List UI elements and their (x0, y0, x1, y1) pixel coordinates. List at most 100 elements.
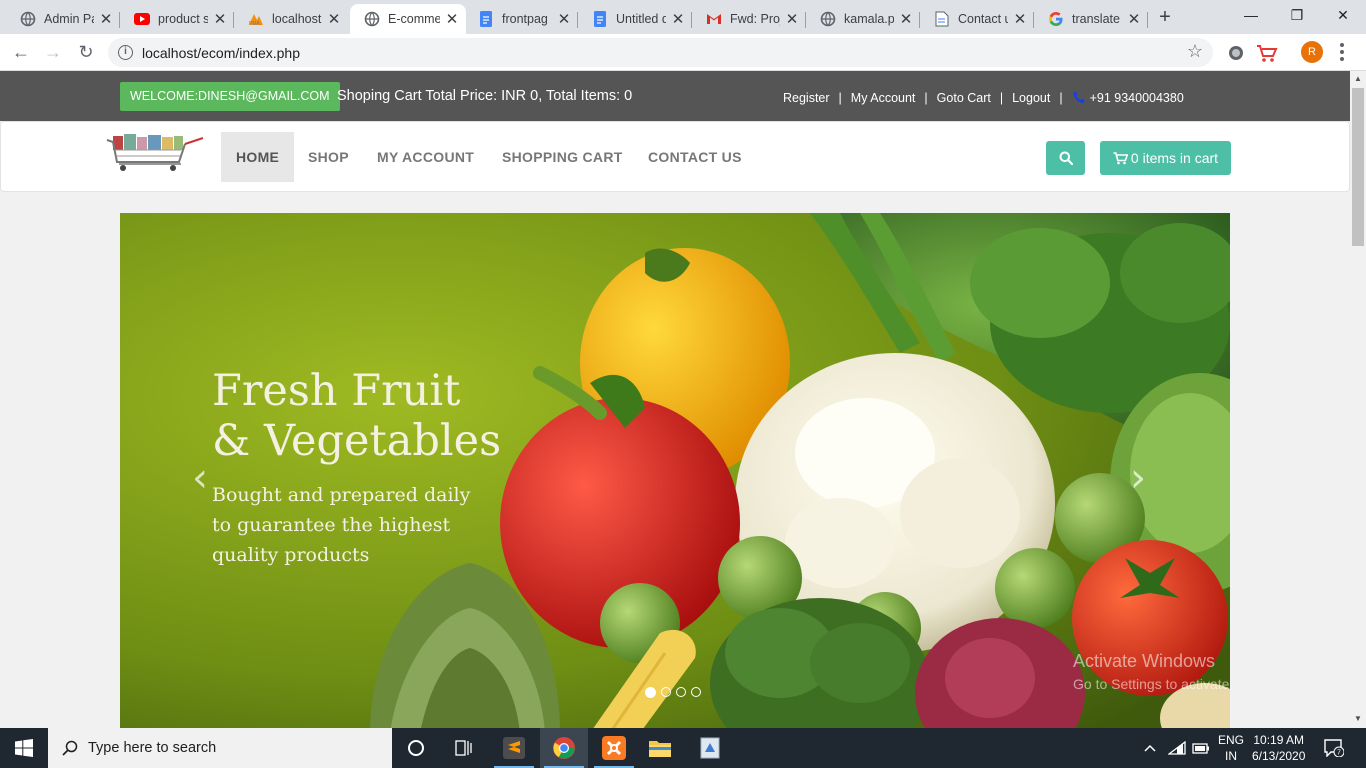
nav-contact-us[interactable]: CONTACT US (633, 132, 757, 182)
nav-my-account[interactable]: MY ACCOUNT (362, 132, 489, 182)
info-icon[interactable]: i (118, 45, 133, 60)
close-icon[interactable]: ✕ (444, 10, 460, 28)
activate-windows-watermark: Activate Windows Go to Settings to activ… (1073, 651, 1230, 692)
watermark-line1: Activate Windows (1073, 651, 1216, 671)
cortana-icon (408, 740, 424, 756)
close-icon[interactable]: ✕ (1012, 10, 1028, 28)
taskbar-file-explorer[interactable] (636, 728, 684, 768)
browser-tab-active[interactable]: E-comme ✕ (350, 4, 466, 34)
close-icon[interactable]: ✕ (670, 10, 686, 28)
sublime-text-icon (503, 737, 525, 759)
taskbar-search[interactable]: Type here to search (48, 728, 392, 768)
reload-button[interactable]: ↻ (73, 39, 99, 65)
cart-extension-icon[interactable] (1256, 43, 1278, 63)
youtube-icon (134, 11, 150, 27)
windows-taskbar: Type here to search ENG IN 10:19 AM 6/13… (0, 728, 1366, 768)
wifi-icon (1168, 741, 1186, 755)
scroll-up-arrow[interactable]: ▲ (1354, 74, 1362, 83)
start-button[interactable] (0, 728, 48, 768)
nav-shop[interactable]: SHOP (293, 132, 364, 182)
nav-shopping-cart[interactable]: SHOPPING CART (487, 132, 638, 182)
close-icon[interactable]: ✕ (784, 10, 800, 28)
windows-logo-icon (15, 739, 33, 757)
browser-tab[interactable]: product s ✕ (120, 4, 234, 34)
search-placeholder: Type here to search (88, 740, 217, 756)
show-hidden-icons[interactable] (1144, 728, 1156, 768)
input-language[interactable]: ENG IN (1218, 732, 1244, 764)
svg-text:PMA: PMA (249, 21, 261, 26)
gmail-icon (706, 11, 722, 27)
carousel-next-arrow[interactable]: › (1130, 455, 1146, 501)
shopping-cart-logo[interactable] (105, 132, 207, 174)
task-view-button[interactable] (440, 728, 488, 768)
extension-icon[interactable] (1226, 43, 1246, 63)
browser-tab[interactable]: Admin Pa ✕ (6, 4, 120, 34)
browser-tab[interactable]: Untitled d ✕ (578, 4, 692, 34)
tab-title: frontpag (502, 12, 548, 26)
scroll-down-arrow[interactable]: ▼ (1354, 714, 1362, 723)
restore-button[interactable]: ❐ (1274, 0, 1320, 30)
hero-carousel: Fresh Fruit & Vegetables Bought and prep… (120, 213, 1230, 728)
window-close-button[interactable]: ✕ (1320, 0, 1366, 30)
address-bar[interactable]: i localhost/ecom/index.php ☆ (108, 38, 1213, 67)
phone-icon (1072, 91, 1085, 104)
carousel-prev-arrow[interactable]: ‹ (192, 455, 208, 501)
taskbar-sublime[interactable] (490, 728, 538, 768)
carousel-dot-4[interactable] (691, 687, 701, 697)
browser-tab[interactable]: PMA localhost ✕ (234, 4, 348, 34)
carousel-dot-2[interactable] (661, 687, 671, 697)
tab-title: translate (1072, 12, 1120, 26)
nav-home[interactable]: HOME (221, 132, 295, 182)
goto-cart-link[interactable]: Goto Cart (937, 91, 991, 105)
taskbar-app[interactable] (686, 728, 734, 768)
link-separator: | (1059, 90, 1063, 105)
scrollbar-thumb[interactable] (1352, 88, 1364, 246)
browser-menu-icon[interactable] (1340, 43, 1344, 61)
bookmark-star-icon[interactable]: ☆ (1187, 41, 1203, 62)
browser-tab[interactable]: translate ✕ (1034, 4, 1148, 34)
logout-link[interactable]: Logout (1012, 91, 1050, 105)
browser-tab[interactable]: frontpag ✕ (464, 4, 578, 34)
minimize-button[interactable]: — (1228, 0, 1274, 30)
cortana-button[interactable] (392, 728, 440, 768)
watermark-line2: Go to Settings to activate Windows. (1073, 676, 1230, 692)
carousel-dot-1[interactable] (645, 687, 656, 698)
taskbar-chrome[interactable] (540, 728, 588, 768)
new-tab-button[interactable]: + (1154, 6, 1176, 28)
tab-title: Untitled d (616, 12, 666, 26)
close-icon[interactable]: ✕ (212, 10, 228, 28)
cart-button[interactable]: 0 items in cart (1100, 141, 1231, 175)
search-button[interactable] (1046, 141, 1085, 175)
my-account-link[interactable]: My Account (851, 91, 916, 105)
close-icon[interactable]: ✕ (98, 10, 114, 28)
task-view-icon (455, 740, 472, 756)
browser-tab[interactable]: Contact u ✕ (920, 4, 1034, 34)
tab-title: localhost (272, 12, 322, 26)
forward-button[interactable]: → (40, 39, 66, 65)
back-button[interactable]: ← (8, 39, 34, 65)
tab-title: kamala.p (844, 12, 894, 26)
top-links: Register | My Account | Goto Cart | Logo… (783, 90, 1184, 105)
browser-tab[interactable]: kamala.p ✕ (806, 4, 920, 34)
close-icon[interactable]: ✕ (1126, 10, 1142, 28)
phone-number: +91 9340004380 (1089, 90, 1184, 105)
action-center-button[interactable]: 7 (1324, 728, 1344, 768)
battery-status[interactable] (1192, 728, 1210, 768)
chrome-icon (553, 737, 575, 759)
close-icon[interactable]: ✕ (556, 10, 572, 28)
register-link[interactable]: Register (783, 91, 830, 105)
carousel-dot-3[interactable] (676, 687, 686, 697)
network-status[interactable] (1168, 728, 1186, 768)
search-icon (1059, 151, 1073, 165)
page-scrollbar[interactable]: ▲ ▼ (1350, 71, 1366, 728)
browser-tab-strip: Admin Pa ✕ product s ✕ PMA localhost ✕ E… (0, 0, 1366, 34)
close-icon[interactable]: ✕ (898, 10, 914, 28)
battery-icon (1192, 743, 1209, 754)
system-clock[interactable]: 10:19 AM 6/13/2020 (1252, 732, 1305, 764)
taskbar-xampp[interactable] (590, 728, 638, 768)
link-separator: | (999, 90, 1004, 105)
cart-icon (1113, 151, 1128, 164)
close-icon[interactable]: ✕ (326, 10, 342, 28)
profile-avatar[interactable]: R (1301, 41, 1323, 63)
browser-tab[interactable]: Fwd: Proj ✕ (692, 4, 806, 34)
